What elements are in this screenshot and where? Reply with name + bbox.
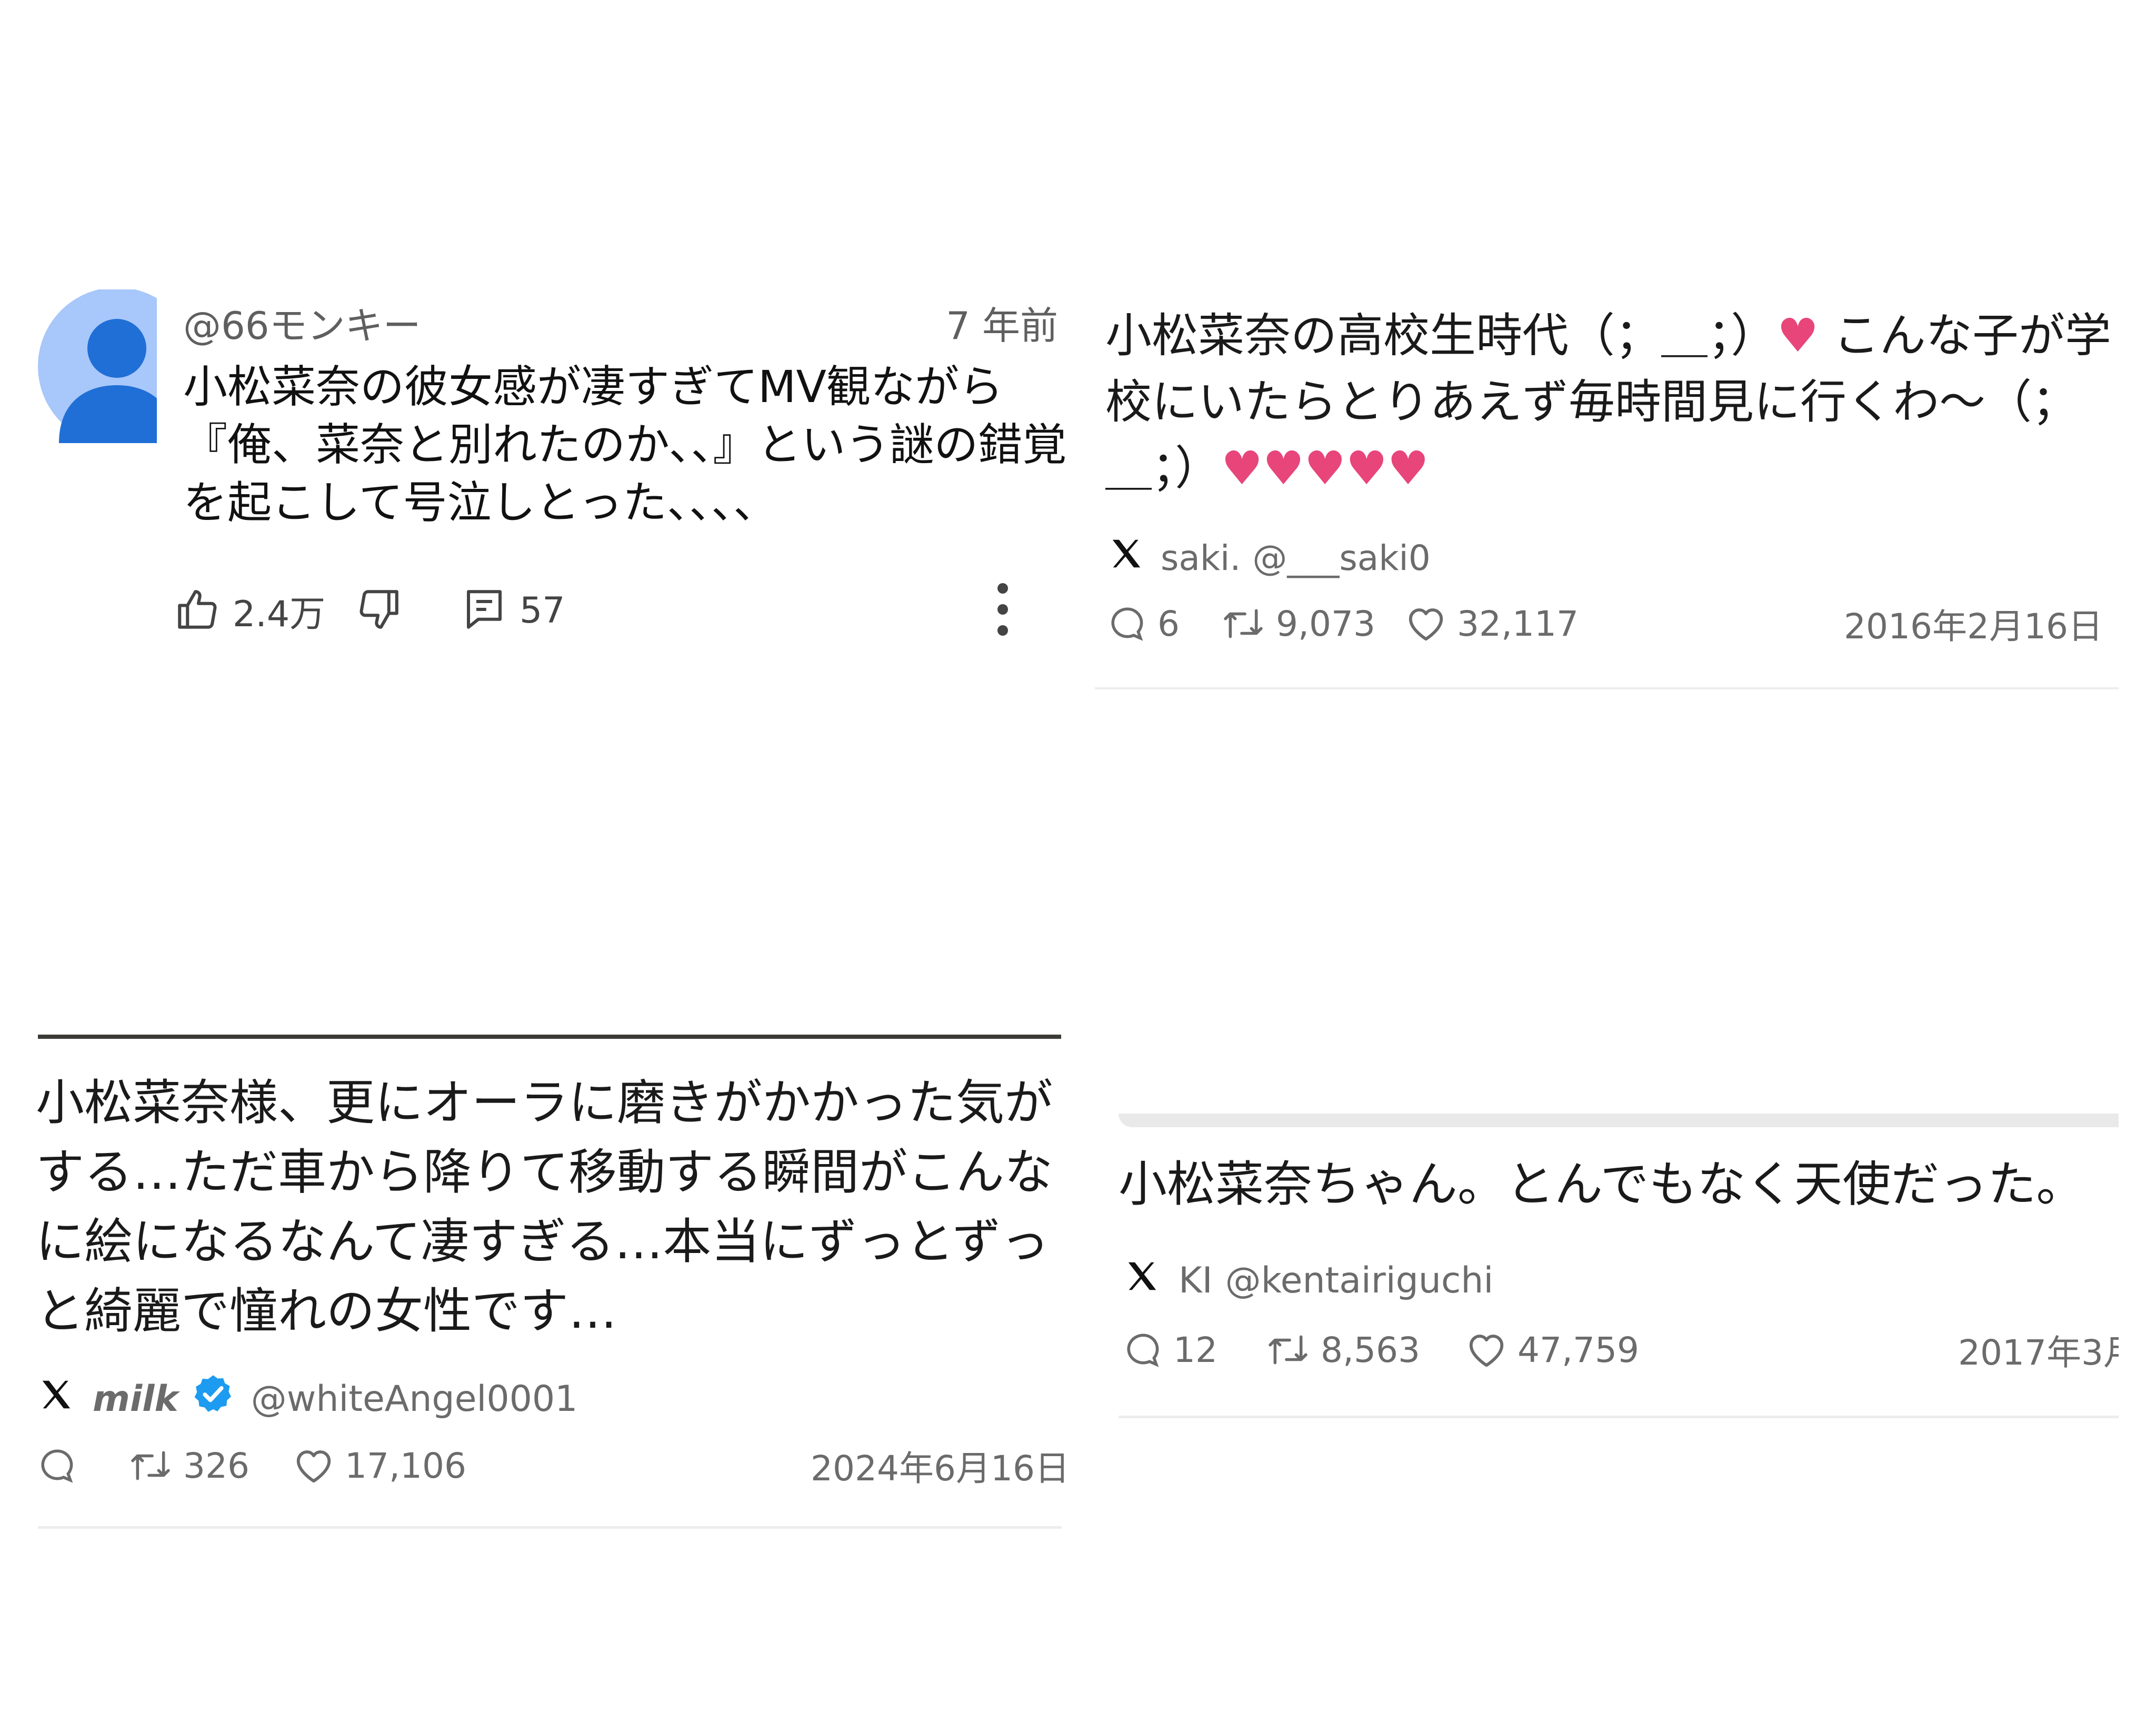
divider [1095, 687, 2119, 689]
tweet-text: 小松菜奈様、更にオーラに磨きがかかった気がする…ただ車から降りて移動する瞬間がこ… [36, 1075, 1053, 1339]
heart-outline-icon [1469, 1335, 1504, 1367]
like-count: 47,759 [1518, 1329, 1639, 1370]
reply-icon [461, 586, 508, 635]
tweet-stats: 12 8,563 47,759 2017年3月 [1124, 1321, 2119, 1379]
tweet-author[interactable]: KI @kentairiguchi [1124, 1255, 1493, 1306]
x-logo-icon [1108, 535, 1145, 580]
reply-button[interactable]: 57 [461, 582, 565, 639]
comment-username[interactable]: @66モンキー [183, 295, 421, 350]
like-count: 32,117 [1457, 603, 1579, 644]
retweet-icon [131, 1451, 170, 1480]
reply-icon [41, 1449, 73, 1483]
retweet-count: 8,563 [1321, 1329, 1420, 1370]
heart-outline-icon [1409, 608, 1443, 641]
heart-emoji-icon: ♥ [1221, 441, 1263, 495]
thumbs-down-icon [355, 586, 403, 635]
like-button[interactable]: 17,106 [293, 1437, 466, 1495]
heart-emoji-icon: ♥ [1304, 441, 1346, 495]
retweet-button[interactable]: 9,073 [1221, 595, 1375, 653]
x-logo-icon [1124, 1258, 1161, 1304]
reply-button[interactable]: 6 [1108, 595, 1180, 653]
more-vert-icon [995, 580, 1011, 640]
retweet-button[interactable]: 8,563 [1266, 1321, 1420, 1379]
author-name: milk [93, 1378, 178, 1420]
dislike-button[interactable] [355, 582, 403, 639]
author-handle: @kentairiguchi [1225, 1259, 1494, 1301]
retweet-count: 9,073 [1276, 603, 1375, 644]
reply-icon [1127, 1334, 1159, 1367]
tweet-date: 2024年6月16日 [811, 1448, 1070, 1489]
reply-count: 57 [520, 589, 565, 632]
more-options-button[interactable] [995, 582, 1011, 639]
thumbs-up-icon [174, 586, 221, 635]
retweet-icon [1269, 1335, 1307, 1365]
reply-button[interactable]: 12 [1124, 1321, 1217, 1379]
tweet-author[interactable]: saki. @___saki0 [1108, 534, 1431, 582]
tweet-stats: 326 17,106 2024年6月16日 [38, 1437, 1070, 1495]
retweet-count: 326 [183, 1445, 249, 1486]
reply-button[interactable] [38, 1437, 87, 1495]
divider [38, 1526, 1062, 1529]
reply-icon [1111, 607, 1143, 641]
divider [1119, 1416, 2119, 1418]
like-button[interactable]: 2.4万 [174, 582, 325, 639]
heart-emoji-icon: ♥ [1345, 441, 1388, 495]
reply-count: 12 [1173, 1329, 1217, 1370]
verified-badge-icon [191, 1372, 235, 1426]
heart-outline-icon [296, 1450, 331, 1483]
like-count: 17,106 [345, 1445, 466, 1486]
tweet-date: 2016年2月16日 [1844, 606, 2103, 647]
heart-emoji-icon: ♥ [1777, 308, 1819, 363]
comment-text: 小松菜奈の彼女感が凄すぎてMV観ながら『俺、菜奈と別れたのか、、』という謎の錯覚… [183, 361, 1067, 528]
author-handle: @___saki0 [1252, 537, 1431, 578]
author-name: saki. [1161, 537, 1241, 578]
comment-actions: 2.4万 57 [174, 582, 1069, 639]
media-image[interactable] [38, 1035, 1061, 1039]
avatar-icon[interactable] [38, 289, 157, 443]
heart-emoji-icon: ♥ [1387, 441, 1429, 495]
like-button[interactable]: 47,759 [1466, 1321, 1639, 1379]
media-image[interactable] [1119, 1114, 2119, 1127]
tweet-stats: 6 9,073 32,117 2016年2月16日 [1108, 595, 2108, 653]
author-handle: @whiteAngel0001 [251, 1378, 578, 1420]
retweet-button[interactable]: 326 [128, 1437, 249, 1495]
tweet-text: 小松菜奈の高校生時代（；＿；）♥ こんな子が学校にいたらとりあえず毎時間見に行く… [1105, 308, 2111, 495]
tweet-author[interactable]: milk @whiteAngel0001 [38, 1374, 577, 1424]
tweet-text: 小松菜奈ちゃん。とんでもなく天使だった。 [1119, 1156, 2085, 1212]
comment-time: 7 年前 [946, 304, 1058, 348]
reply-count: 6 [1157, 603, 1180, 644]
tweet-date: 2017年3月 [1958, 1332, 2119, 1373]
x-logo-icon [38, 1376, 75, 1422]
author-name: KI [1179, 1259, 1213, 1301]
retweet-icon [1224, 609, 1263, 638]
like-count: 2.4万 [233, 593, 326, 635]
like-button[interactable]: 32,117 [1405, 595, 1579, 653]
heart-emoji-icon: ♥ [1262, 441, 1304, 495]
